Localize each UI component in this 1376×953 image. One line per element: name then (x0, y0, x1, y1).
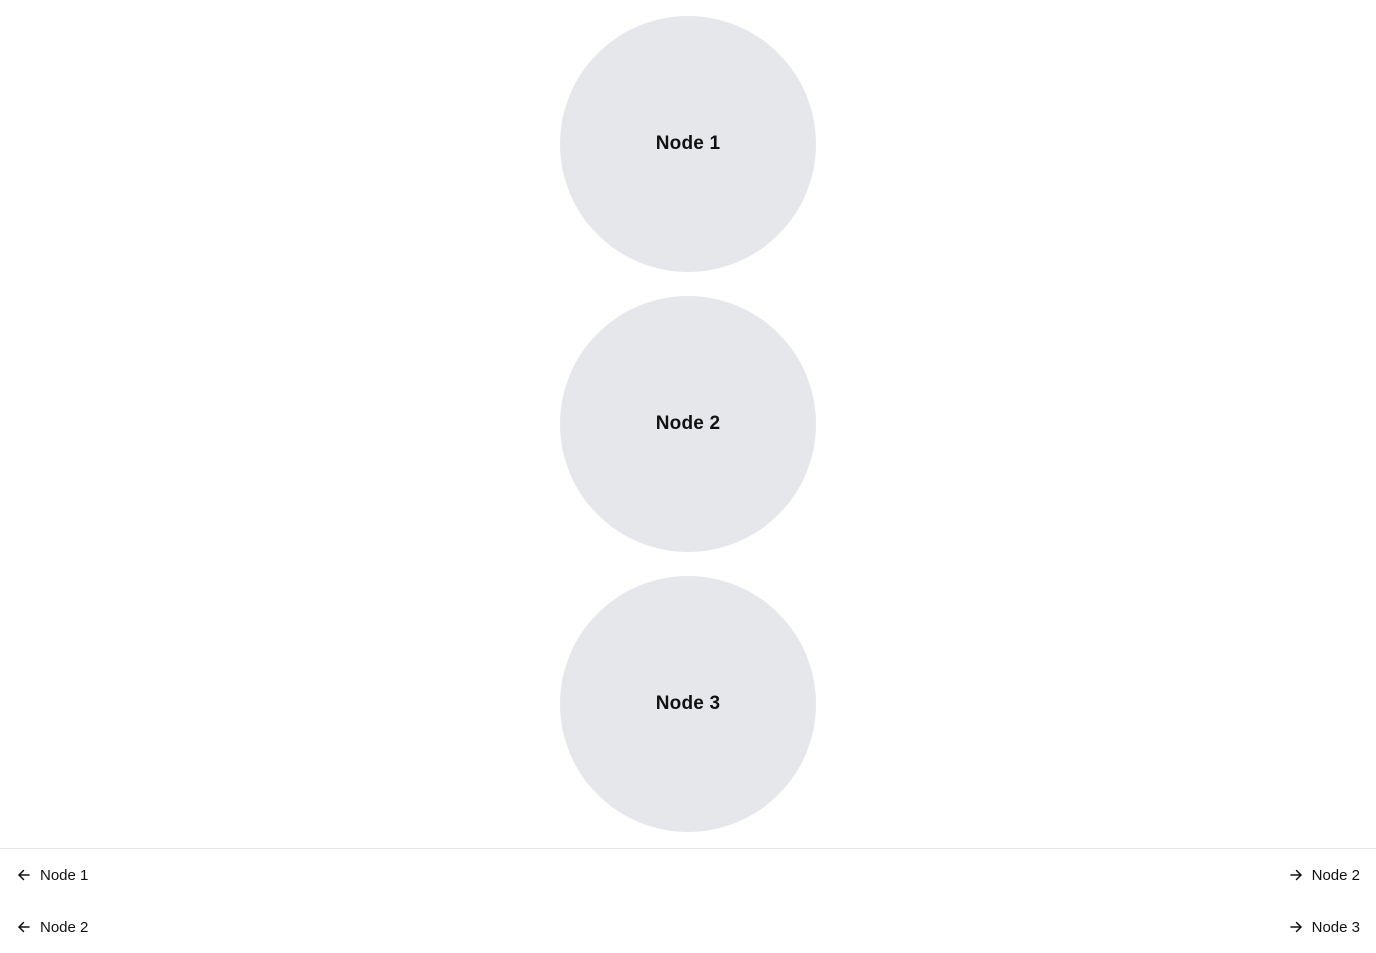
edge-target-label: Node 3 (1311, 918, 1360, 936)
edge-row: Node 1 Node 2 (0, 863, 1376, 887)
edge-source-link[interactable]: Node 1 (16, 863, 88, 887)
arrow-right-icon (1288, 919, 1304, 935)
graph-node-1[interactable]: Node 1 (560, 16, 816, 272)
arrow-left-icon (16, 919, 32, 935)
edge-source-label: Node 1 (40, 866, 89, 884)
edge-target-link[interactable]: Node 2 (1288, 863, 1360, 887)
node-label: Node 2 (655, 413, 721, 434)
node-label: Node 1 (655, 133, 721, 154)
edge-target-label: Node 2 (1311, 866, 1360, 884)
edge-source-link[interactable]: Node 2 (16, 915, 88, 939)
edge-source-label: Node 2 (40, 918, 89, 936)
node-label: Node 3 (655, 693, 721, 714)
arrow-left-icon (16, 867, 32, 883)
edge-row: Node 2 Node 3 (0, 915, 1376, 939)
arrow-right-icon (1288, 867, 1304, 883)
graph-node-2[interactable]: Node 2 (560, 296, 816, 552)
graph-node-3[interactable]: Node 3 (560, 576, 816, 832)
edge-target-link[interactable]: Node 3 (1288, 915, 1360, 939)
edge-list: Node 1 Node 2 Node 2 Node 3 (0, 848, 1376, 953)
graph-canvas: Node 1 Node 2 Node 3 (0, 0, 1376, 848)
